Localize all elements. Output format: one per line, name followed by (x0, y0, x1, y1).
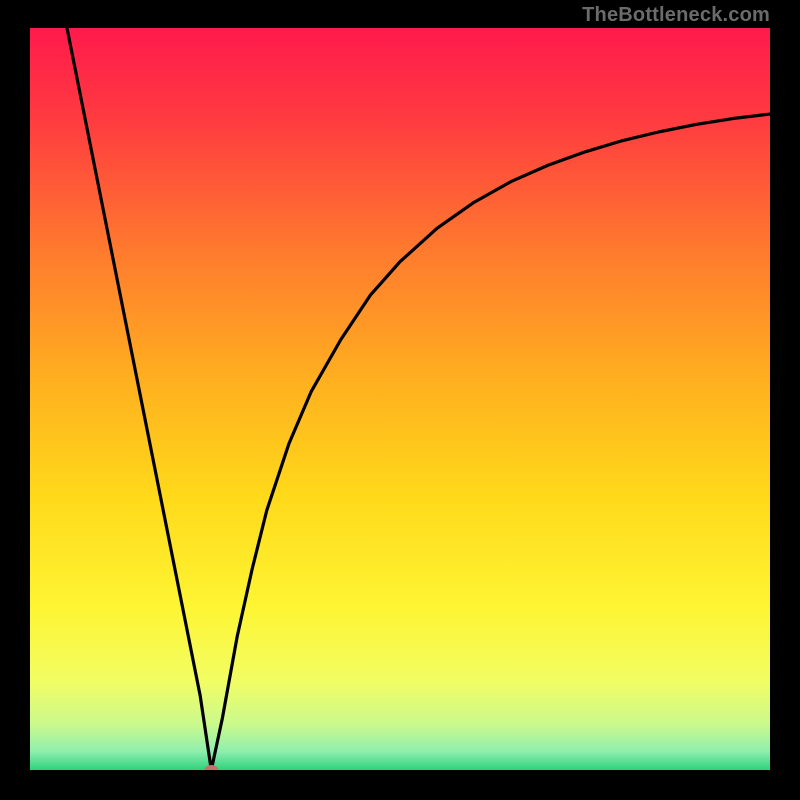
bottleneck-curve (67, 28, 770, 770)
chart-frame: TheBottleneck.com (0, 0, 800, 800)
curve-layer (30, 28, 770, 770)
watermark-text: TheBottleneck.com (582, 4, 770, 27)
plot-area (30, 28, 770, 770)
min-point-marker (204, 765, 218, 770)
